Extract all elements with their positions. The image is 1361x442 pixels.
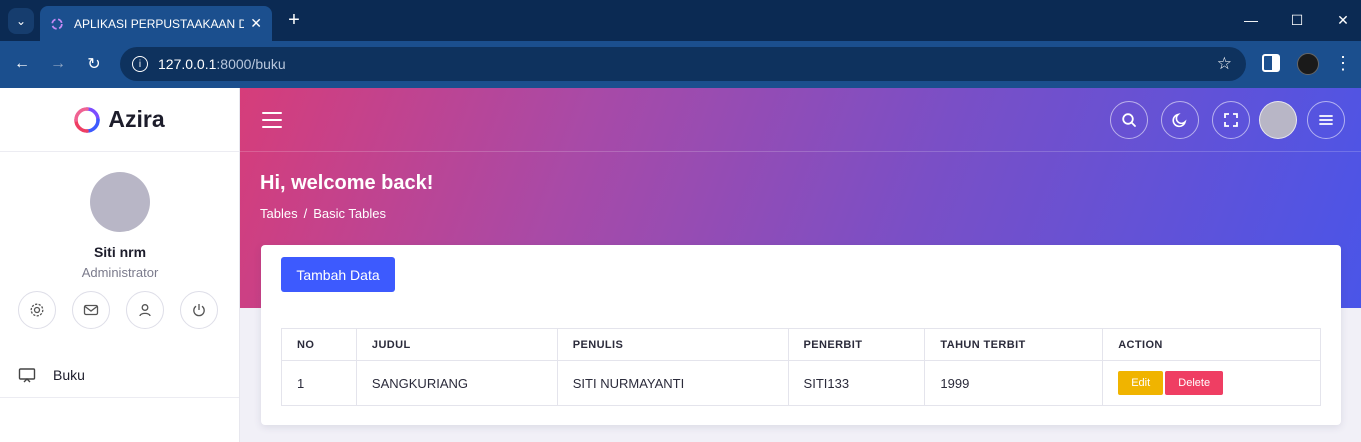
column-header: NO <box>281 328 357 361</box>
fullscreen-button[interactable] <box>1212 101 1250 139</box>
favicon-icon <box>51 17 63 30</box>
browser-menu-icon[interactable]: ⋮ <box>1334 53 1352 74</box>
column-header: PENULIS <box>556 328 789 361</box>
user-name: Siti nrm <box>93 244 147 260</box>
reload-icon[interactable]: ↻ <box>83 53 105 75</box>
add-data-button[interactable]: Tambah Data <box>281 257 395 292</box>
cell-penerbit: SITI133 <box>787 360 926 406</box>
mail-icon <box>83 304 99 316</box>
table-header-row: NO JUDUL PENULIS PENERBIT TAHUN TERBIT A… <box>281 328 1321 361</box>
column-header: JUDUL <box>355 328 558 361</box>
cell-action: Edit Delete <box>1102 360 1321 406</box>
bookmark-star-icon[interactable]: ☆ <box>1217 54 1232 74</box>
content-card: Tambah Data NO JUDUL PENULIS PENERBIT TA… <box>261 245 1341 425</box>
sidebar-item-label: Buku <box>53 366 85 383</box>
header-avatar[interactable] <box>1259 101 1297 139</box>
cell-judul: SANGKURIANG <box>355 360 558 406</box>
theme-toggle-button[interactable] <box>1161 101 1199 139</box>
moon-icon <box>1172 113 1187 128</box>
column-header: PENERBIT <box>787 328 926 361</box>
column-header: TAHUN TERBIT <box>924 328 1104 361</box>
profile-button[interactable] <box>126 291 164 329</box>
table-row: 1 SANGKURIANG SITI NURMAYANTI SITI133 19… <box>281 360 1321 406</box>
profile-avatar[interactable] <box>1297 53 1319 75</box>
edit-button[interactable]: Edit <box>1118 371 1164 395</box>
topbar <box>240 88 1361 152</box>
cell-penulis: SITI NURMAYANTI <box>556 360 789 406</box>
logout-button[interactable] <box>180 291 218 329</box>
side-panel-icon[interactable] <box>1262 54 1280 72</box>
page-title: Hi, welcome back! <box>260 172 434 194</box>
tab-search-button[interactable]: ⌄ <box>8 8 34 34</box>
settings-button[interactable] <box>18 291 56 329</box>
maximize-icon[interactable]: ☐ <box>1285 8 1309 32</box>
user-role: Administrator <box>81 265 159 280</box>
breadcrumb-separator: / <box>303 206 308 221</box>
user-icon <box>139 304 151 317</box>
menu-icon <box>1319 115 1333 125</box>
browser-tab[interactable]: APLIKASI PERPUSTAAKAAN DIG ✕ <box>40 6 272 41</box>
browser-tabbar: ⌄ APLIKASI PERPUSTAAKAAN DIG ✕ + — ☐ ✕ <box>0 0 1361 41</box>
forward-icon[interactable]: → <box>47 53 69 75</box>
address-bar[interactable]: i 127.0.0.1:8000/buku ☆ <box>120 47 1246 81</box>
cell-tahun: 1999 <box>924 360 1104 406</box>
minimize-icon[interactable]: — <box>1239 8 1263 32</box>
mail-button[interactable] <box>72 291 110 329</box>
user-avatar <box>90 172 150 232</box>
sidebar: Azira Siti nrm Administrator Buku <box>0 88 240 442</box>
settings-menu-button[interactable] <box>1307 101 1345 139</box>
cell-no: 1 <box>281 360 357 406</box>
books-table: NO JUDUL PENULIS PENERBIT TAHUN TERBIT A… <box>281 328 1321 406</box>
url-path: :8000/buku <box>216 56 286 72</box>
power-icon <box>193 304 205 317</box>
breadcrumb-item: Basic Tables <box>313 206 386 221</box>
search-icon <box>1122 113 1136 127</box>
breadcrumb-item[interactable]: Tables <box>260 206 298 221</box>
monitor-icon <box>18 367 36 382</box>
logo[interactable]: Azira <box>0 88 239 152</box>
search-button[interactable] <box>1110 101 1148 139</box>
back-icon[interactable]: ← <box>11 53 33 75</box>
logo-icon <box>74 106 101 133</box>
site-info-icon[interactable]: i <box>132 56 148 72</box>
tab-close-icon[interactable]: ✕ <box>250 15 262 32</box>
sidebar-toggle-icon[interactable] <box>262 112 282 128</box>
browser-toolbar: ← → ↻ i 127.0.0.1:8000/buku ☆ ⋮ <box>0 41 1361 88</box>
logo-text: Azira <box>108 106 165 132</box>
fullscreen-icon <box>1224 113 1238 127</box>
url-host: 127.0.0.1 <box>158 56 217 72</box>
delete-button[interactable]: Delete <box>1165 371 1224 395</box>
breadcrumb: Tables / Basic Tables <box>260 206 386 221</box>
column-header: ACTION <box>1102 328 1321 361</box>
sidebar-item-buku[interactable]: Buku <box>0 352 239 398</box>
new-tab-button[interactable]: + <box>282 8 306 32</box>
gear-icon <box>30 303 44 317</box>
tab-title: APLIKASI PERPUSTAAKAAN DIG <box>74 16 245 31</box>
close-window-icon[interactable]: ✕ <box>1331 8 1355 32</box>
